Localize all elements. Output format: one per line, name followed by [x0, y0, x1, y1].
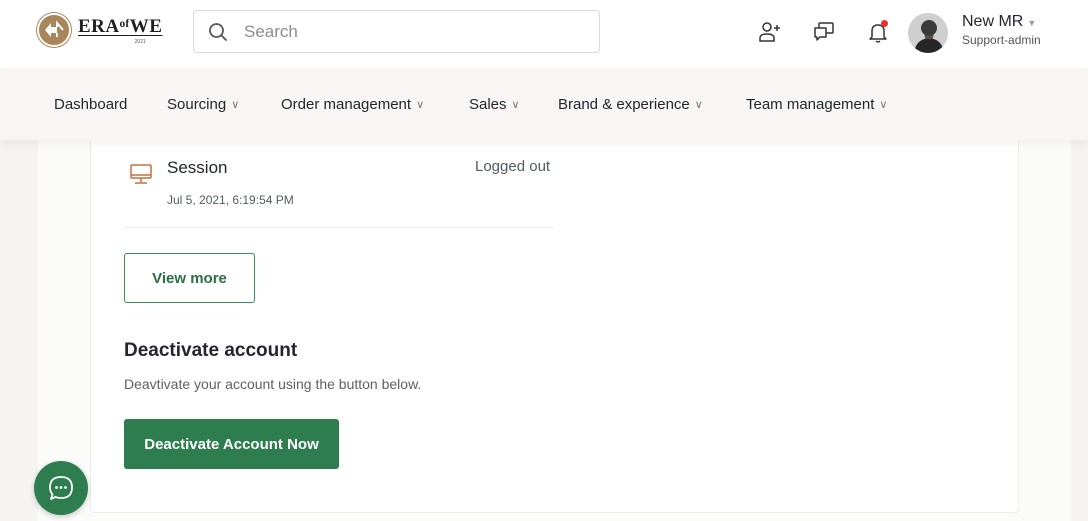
logo-wordmark: ERAᵒᶠWE	[78, 15, 163, 37]
caret-down-icon: ▼	[1027, 18, 1037, 28]
nav-item-sourcing[interactable]: Sourcing ∨	[167, 96, 239, 113]
chevron-down-icon: ∨	[511, 99, 520, 111]
chevron-down-icon: ∨	[879, 99, 888, 111]
nav-item-team-management[interactable]: Team management ∨	[746, 96, 887, 113]
nav-item-brand-experience[interactable]: Brand & experience ∨	[558, 96, 703, 113]
nav-item-sales[interactable]: Sales ∨	[469, 96, 520, 113]
divider	[124, 227, 554, 228]
search-box[interactable]	[193, 10, 600, 53]
chevron-down-icon: ∨	[694, 99, 703, 111]
session-time: Jul 5, 2021, 6:19:54 PM	[167, 193, 294, 207]
add-user-icon[interactable]	[757, 20, 781, 44]
notification-dot	[881, 20, 888, 27]
search-input[interactable]	[244, 21, 564, 42]
brand-logo[interactable]: ERAᵒᶠWE 2021	[36, 12, 162, 48]
nav-item-label: Sourcing	[167, 96, 227, 113]
nav-item-dashboard[interactable]: Dashboard	[54, 96, 127, 113]
user-role: Support-admin	[962, 33, 1041, 47]
chevron-down-icon: ∨	[416, 99, 425, 111]
nav-item-label: Dashboard	[54, 96, 128, 113]
chevron-down-icon: ∨	[231, 99, 240, 111]
user-name: New MR	[962, 13, 1024, 30]
chat-support-button[interactable]	[34, 461, 88, 515]
view-more-button[interactable]: View more	[124, 253, 255, 303]
main-nav: Dashboard Sourcing ∨ Order management ∨ Sa…	[0, 68, 1088, 140]
logo-year: 2021	[134, 38, 146, 45]
bell-icon[interactable]	[866, 20, 890, 44]
nav-item-label: Order management	[281, 96, 412, 113]
top-header: ERAᵒᶠWE 2021 Search New MR ▼ Support-adm…	[0, 0, 1088, 68]
nav-item-order-management[interactable]: Order management ∨	[281, 96, 424, 113]
chat-bubble-icon	[49, 476, 73, 500]
session-status: Logged out	[475, 158, 551, 175]
nav-item-label: Sales	[469, 96, 507, 113]
logo-mark-icon	[36, 12, 72, 48]
deactivate-description: Deavtivate your account using the button…	[124, 376, 422, 392]
nav-item-label: Team management	[746, 96, 875, 113]
search-icon	[209, 22, 227, 41]
monitor-icon	[129, 162, 153, 191]
deactivate-account-button[interactable]: Deactivate Account Now	[124, 419, 339, 469]
deactivate-title: Deactivate account	[124, 340, 298, 361]
user-menu[interactable]: New MR ▼	[962, 13, 1036, 31]
nav-item-label: Brand & experience	[558, 96, 690, 113]
avatar[interactable]	[908, 13, 948, 53]
chat-icon[interactable]	[812, 20, 836, 44]
session-title: Session	[167, 158, 228, 177]
